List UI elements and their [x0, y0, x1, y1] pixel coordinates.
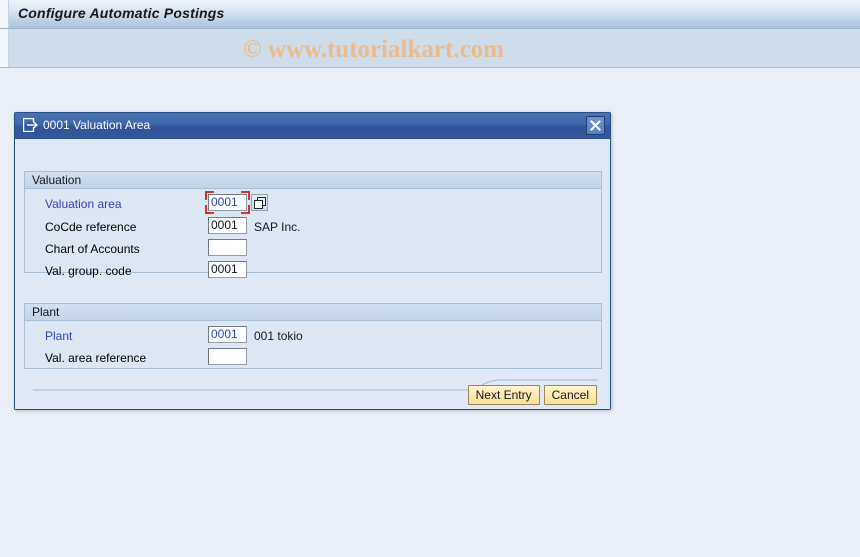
app-titlebar: Configure Automatic Postings	[0, 0, 860, 29]
dialog-button-bar: Next Entry Cancel	[467, 385, 597, 405]
titlebar-left-edge	[0, 0, 9, 28]
close-icon[interactable]	[586, 116, 605, 135]
input-valuation-area[interactable]: 0001	[208, 194, 247, 211]
watermark-text: © www.tutorialkart.com	[243, 36, 504, 63]
screen: Configure Automatic Postings © www.tutor…	[0, 0, 860, 557]
desc-plant: 001 tokio	[254, 329, 303, 343]
label-cocde-reference: CoCde reference	[45, 220, 137, 234]
input-chart-of-accounts[interactable]	[208, 239, 247, 256]
form-row-valuation-area: Valuation area 0001	[25, 191, 601, 215]
form-row-chart-of-accounts: Chart of Accounts	[25, 239, 601, 260]
panel-plant: Plant Plant 0001 001 tokio Val. area ref…	[24, 303, 602, 369]
input-val-area-reference[interactable]	[208, 348, 247, 365]
panel-valuation: Valuation Valuation area 0001 CoCde refe…	[24, 171, 602, 278]
label-chart-of-accounts: Chart of Accounts	[45, 242, 140, 256]
panel-valuation-body: Valuation area 0001 CoCde reference 0001…	[25, 189, 601, 278]
dialog-titlebar[interactable]: 0001 Valuation Area	[15, 113, 610, 139]
input-val-group-code[interactable]: 0001	[208, 261, 247, 278]
form-row-cocde-reference: CoCde reference 0001 SAP Inc.	[25, 217, 601, 238]
next-entry-button[interactable]: Next Entry	[467, 385, 540, 405]
cancel-button[interactable]: Cancel	[543, 385, 597, 405]
work-area: 0001 Valuation Area Valuation Valuation …	[0, 69, 860, 557]
form-row-val-group-code: Val. group. code 0001	[25, 261, 601, 282]
desc-cocde-reference: SAP Inc.	[254, 220, 301, 234]
label-val-group-code: Val. group. code	[45, 264, 132, 278]
panel-plant-body: Plant 0001 001 tokio Val. area reference	[25, 321, 601, 369]
form-row-val-area-reference: Val. area reference	[25, 348, 601, 369]
input-cocde-reference[interactable]: 0001	[208, 217, 247, 234]
toolbar-left-edge	[0, 29, 9, 67]
label-val-area-reference: Val. area reference	[45, 351, 147, 365]
dialog-body: Valuation Valuation area 0001 CoCde refe…	[15, 139, 610, 409]
panel-valuation-header: Valuation	[25, 172, 601, 189]
panel-plant-header: Plant	[25, 304, 601, 321]
input-plant[interactable]: 0001	[208, 326, 247, 343]
page-title: Configure Automatic Postings	[18, 5, 225, 21]
dialog-title: 0001 Valuation Area	[43, 118, 151, 132]
valuation-area-dialog: 0001 Valuation Area Valuation Valuation …	[14, 112, 611, 410]
value-help-icon[interactable]	[251, 194, 268, 211]
export-window-icon	[22, 117, 39, 133]
form-row-plant: Plant 0001 001 tokio	[25, 326, 601, 347]
label-plant: Plant	[45, 329, 73, 343]
label-valuation-area: Valuation area	[45, 197, 122, 211]
